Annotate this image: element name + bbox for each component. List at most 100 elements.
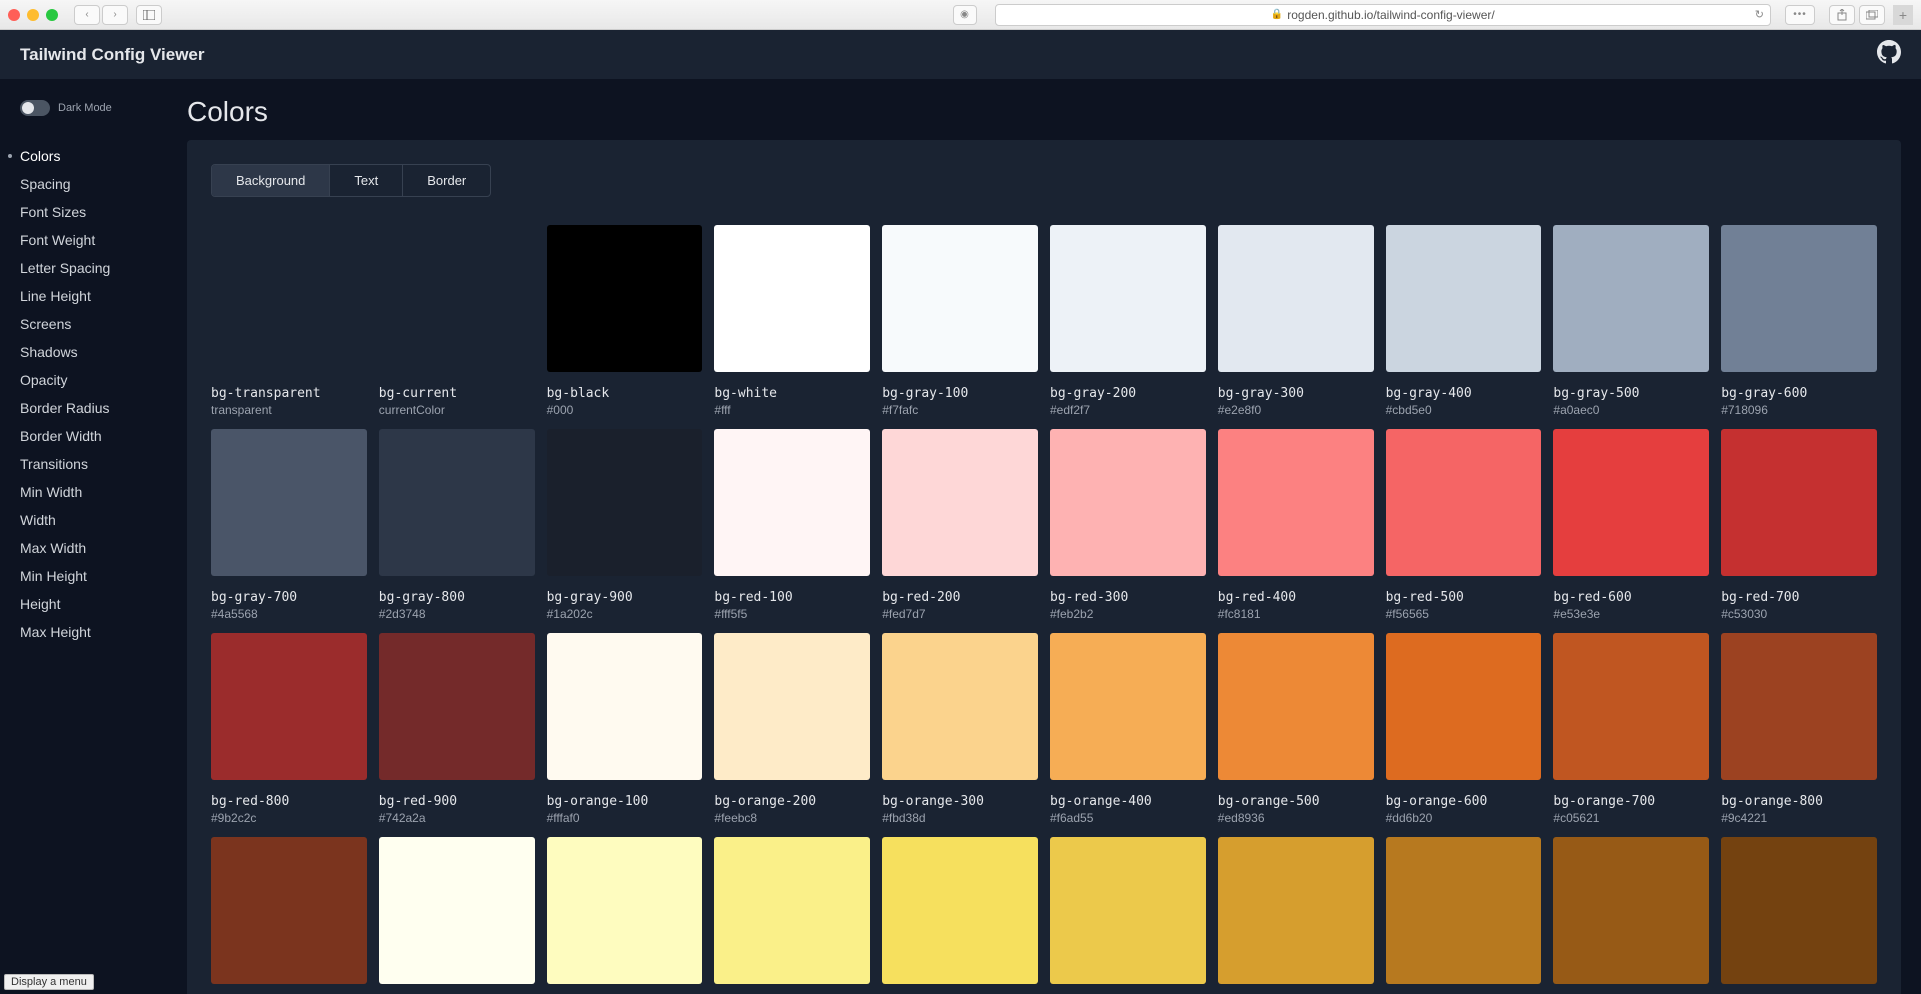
swatch-bg-orange-700[interactable]: bg-orange-700#c05621: [1553, 633, 1709, 825]
swatch-bg-orange-100[interactable]: bg-orange-100#fffaf0: [547, 633, 703, 825]
swatch-color-box: [714, 837, 870, 984]
swatch-bg-yellow-500[interactable]: bg-yellow-500#ecc94b: [1050, 837, 1206, 994]
sidebar-item-border-radius[interactable]: Border Radius: [20, 400, 187, 416]
tabs-button[interactable]: [1859, 5, 1885, 25]
sidebar-item-letter-spacing[interactable]: Letter Spacing: [20, 260, 187, 276]
swatch-color-box: [1218, 633, 1374, 780]
swatch-name: bg-gray-300: [1218, 386, 1374, 401]
swatch-bg-red-100[interactable]: bg-red-100#fff5f5: [714, 429, 870, 621]
sidebar-item-border-width[interactable]: Border Width: [20, 428, 187, 444]
sidebar-item-shadows[interactable]: Shadows: [20, 344, 187, 360]
sidebar-item-width[interactable]: Width: [20, 512, 187, 528]
swatch-bg-orange-600[interactable]: bg-orange-600#dd6b20: [1386, 633, 1542, 825]
sidebar-item-opacity[interactable]: Opacity: [20, 372, 187, 388]
sidebar-item-min-height[interactable]: Min Height: [20, 568, 187, 584]
url-bar[interactable]: 🔒 rogden.github.io/tailwind-config-viewe…: [995, 4, 1772, 26]
swatch-bg-red-600[interactable]: bg-red-600#e53e3e: [1553, 429, 1709, 621]
swatch-bg-yellow-900[interactable]: bg-yellow-900#744210: [1721, 837, 1877, 994]
swatch-bg-gray-200[interactable]: bg-gray-200#edf2f7: [1050, 225, 1206, 417]
swatch-bg-yellow-400[interactable]: bg-yellow-400#f6e05e: [882, 837, 1038, 994]
swatch-bg-red-500[interactable]: bg-red-500#f56565: [1386, 429, 1542, 621]
swatch-value: #2d3748: [379, 607, 535, 621]
sidebar-item-font-weight[interactable]: Font Weight: [20, 232, 187, 248]
swatch-bg-gray-600[interactable]: bg-gray-600#718096: [1721, 225, 1877, 417]
sidebar-item-font-sizes[interactable]: Font Sizes: [20, 204, 187, 220]
swatch-bg-orange-300[interactable]: bg-orange-300#fbd38d: [882, 633, 1038, 825]
refresh-icon[interactable]: ↻: [1755, 8, 1764, 21]
tab-background[interactable]: Background: [212, 165, 330, 196]
sidebar-item-min-width[interactable]: Min Width: [20, 484, 187, 500]
sidebar-item-height[interactable]: Height: [20, 596, 187, 612]
swatch-bg-red-800[interactable]: bg-red-800#9b2c2c: [211, 633, 367, 825]
toggle-knob: [22, 102, 34, 114]
swatch-value: #1a202c: [547, 607, 703, 621]
dark-mode-toggle[interactable]: [20, 100, 50, 116]
more-button[interactable]: •••: [1785, 5, 1815, 25]
swatch-bg-orange-500[interactable]: bg-orange-500#ed8936: [1218, 633, 1374, 825]
swatch-bg-gray-900[interactable]: bg-gray-900#1a202c: [547, 429, 703, 621]
swatch-bg-yellow-100[interactable]: bg-yellow-100#fffff0: [379, 837, 535, 994]
swatch-bg-gray-100[interactable]: bg-gray-100#f7fafc: [882, 225, 1038, 417]
sidebar-item-max-height[interactable]: Max Height: [20, 624, 187, 640]
sidebar-item-screens[interactable]: Screens: [20, 316, 187, 332]
swatch-bg-gray-800[interactable]: bg-gray-800#2d3748: [379, 429, 535, 621]
swatch-bg-red-700[interactable]: bg-red-700#c53030: [1721, 429, 1877, 621]
lock-icon: 🔒: [1271, 9, 1283, 20]
minimize-window-button[interactable]: [27, 9, 39, 21]
swatch-bg-orange-900[interactable]: bg-orange-900#7b341e: [211, 837, 367, 994]
swatch-name: bg-red-200: [882, 590, 1038, 605]
swatch-bg-transparent[interactable]: bg-transparenttransparent: [211, 225, 367, 417]
swatch-color-box: [1386, 429, 1542, 576]
sidebar-item-max-width[interactable]: Max Width: [20, 540, 187, 556]
tab-border[interactable]: Border: [403, 165, 490, 196]
swatch-bg-gray-500[interactable]: bg-gray-500#a0aec0: [1553, 225, 1709, 417]
swatch-bg-yellow-200[interactable]: bg-yellow-200#fefcbf: [547, 837, 703, 994]
swatch-bg-orange-200[interactable]: bg-orange-200#feebc8: [714, 633, 870, 825]
swatch-color-box: [1553, 837, 1709, 984]
close-window-button[interactable]: [8, 9, 20, 21]
back-button[interactable]: ‹: [74, 5, 100, 25]
swatch-bg-red-900[interactable]: bg-red-900#742a2a: [379, 633, 535, 825]
swatch-bg-gray-400[interactable]: bg-gray-400#cbd5e0: [1386, 225, 1542, 417]
swatch-bg-yellow-300[interactable]: bg-yellow-300#faf089: [714, 837, 870, 994]
sidebar-item-colors[interactable]: Colors: [20, 148, 187, 164]
swatch-value: #feb2b2: [1050, 607, 1206, 621]
tab-text[interactable]: Text: [330, 165, 403, 196]
sidebar-item-line-height[interactable]: Line Height: [20, 288, 187, 304]
swatch-bg-red-400[interactable]: bg-red-400#fc8181: [1218, 429, 1374, 621]
swatch-value: #4a5568: [211, 607, 367, 621]
swatch-bg-orange-800[interactable]: bg-orange-800#9c4221: [1721, 633, 1877, 825]
swatch-value: #cbd5e0: [1386, 403, 1542, 417]
swatch-color-box: [1553, 429, 1709, 576]
swatch-bg-red-300[interactable]: bg-red-300#feb2b2: [1050, 429, 1206, 621]
new-tab-button[interactable]: +: [1893, 5, 1913, 25]
sidebar-item-spacing[interactable]: Spacing: [20, 176, 187, 192]
swatch-bg-orange-400[interactable]: bg-orange-400#f6ad55: [1050, 633, 1206, 825]
swatch-bg-yellow-600[interactable]: bg-yellow-600#d69e2e: [1218, 837, 1374, 994]
swatch-bg-yellow-700[interactable]: bg-yellow-700#b7791f: [1386, 837, 1542, 994]
github-link[interactable]: [1877, 40, 1901, 69]
swatch-name: bg-red-100: [714, 590, 870, 605]
sidebar: Dark Mode ColorsSpacingFont SizesFont We…: [0, 80, 187, 994]
swatch-bg-yellow-800[interactable]: bg-yellow-800#975a16: [1553, 837, 1709, 994]
sidebar-nav: Colors Spacing Font Sizes Font Weight Letter…: [20, 148, 187, 640]
swatch-value: #9c4221: [1721, 811, 1877, 825]
swatch-color-box: [1218, 225, 1374, 372]
share-button[interactable]: [1829, 5, 1855, 25]
swatch-bg-black[interactable]: bg-black#000: [547, 225, 703, 417]
swatch-bg-gray-300[interactable]: bg-gray-300#e2e8f0: [1218, 225, 1374, 417]
sidebar-item-transitions[interactable]: Transitions: [20, 456, 187, 472]
swatch-bg-white[interactable]: bg-white#fff: [714, 225, 870, 417]
maximize-window-button[interactable]: [46, 9, 58, 21]
swatch-bg-current[interactable]: bg-currentcurrentColor: [379, 225, 535, 417]
swatch-name: bg-orange-300: [882, 794, 1038, 809]
sidebar-toggle-button[interactable]: [136, 5, 162, 25]
swatch-name: bg-orange-600: [1386, 794, 1542, 809]
swatch-color-box: [211, 429, 367, 576]
swatch-bg-gray-700[interactable]: bg-gray-700#4a5568: [211, 429, 367, 621]
forward-button[interactable]: ›: [102, 5, 128, 25]
swatch-bg-red-200[interactable]: bg-red-200#fed7d7: [882, 429, 1038, 621]
swatch-name: bg-orange-100: [547, 794, 703, 809]
swatch-grid: bg-transparenttransparentbg-currentcurre…: [211, 225, 1877, 994]
reader-button[interactable]: ◉: [953, 5, 977, 25]
